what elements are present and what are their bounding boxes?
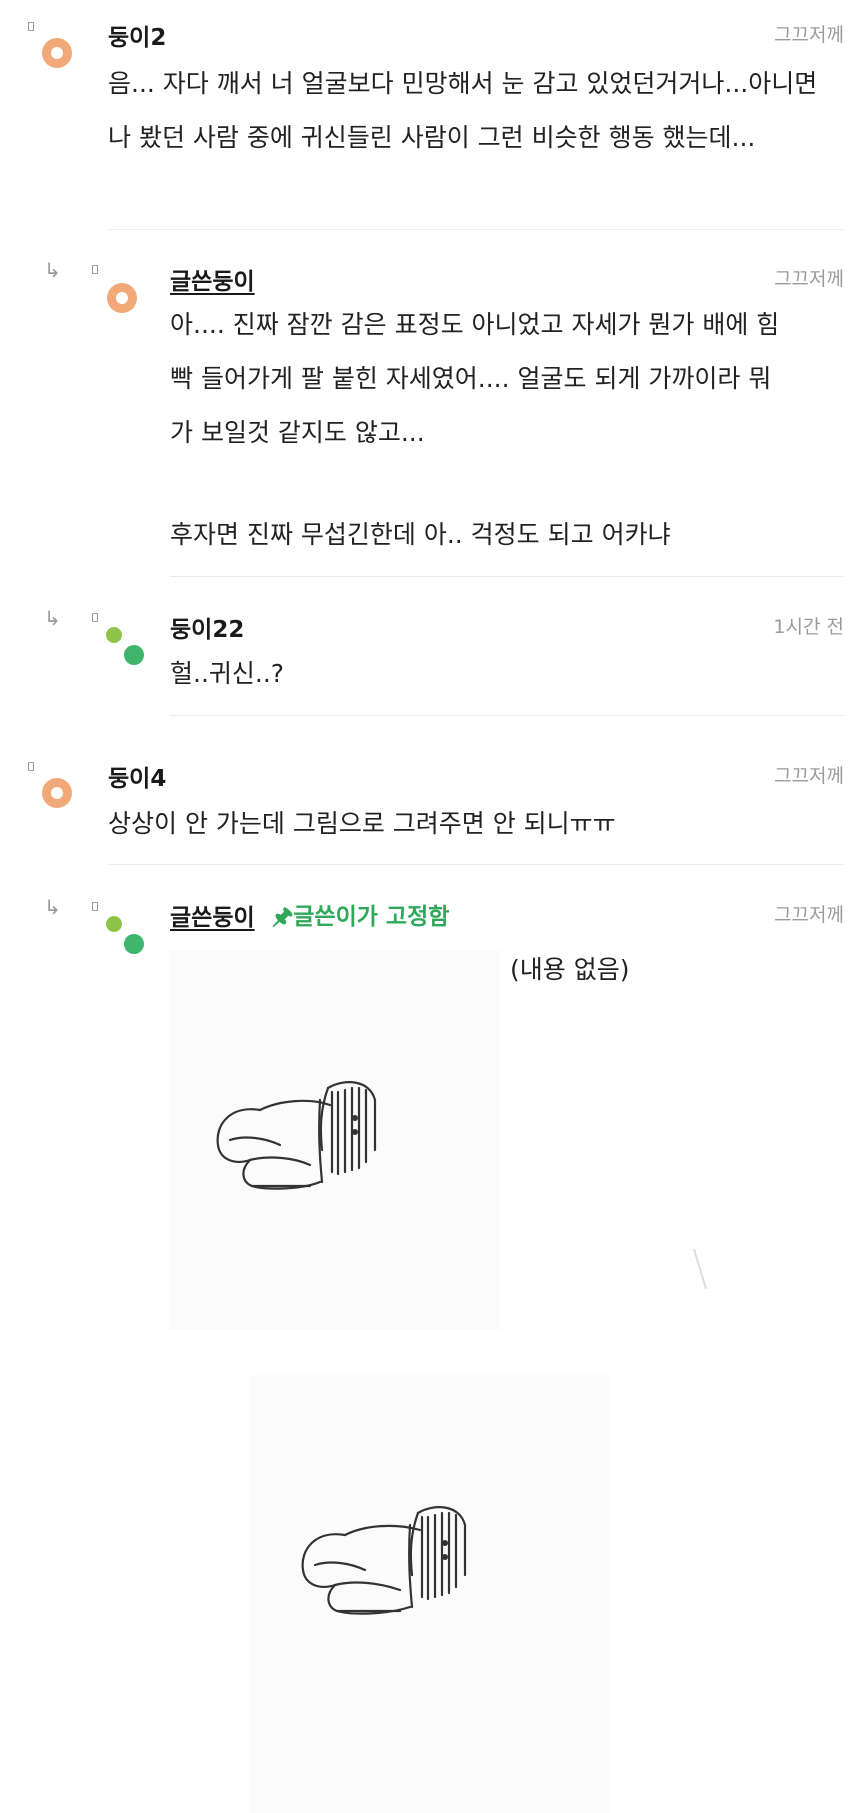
comment-marker	[92, 902, 98, 911]
avatar[interactable]	[106, 627, 146, 667]
divider	[108, 864, 844, 865]
reply-arrow-icon: ↳	[44, 258, 61, 282]
comment-nickname[interactable]: 글쓴둥이	[170, 262, 255, 296]
comment-body: 헐..귀신..?	[170, 659, 285, 688]
divider	[170, 576, 844, 577]
comment-body-line: 빡 들어가게 팔 붙힌 자세였어.... 얼굴도 되게 가까이라 뭐	[170, 364, 772, 393]
comment-time: 그끄저께	[774, 904, 844, 926]
comment-body: 음... 자다 깨서 너 얼굴보다 민망해서 눈 감고 있었던거거나...아니면…	[108, 69, 818, 152]
comment-marker	[28, 762, 34, 771]
comment-time: 그끄저께	[774, 24, 844, 46]
avatar[interactable]	[42, 38, 72, 68]
comment-body: 아.... 진짜 잠깐 감은 표정도 아니었고 자세가 뭔가 배에 힘 빡 들어…	[170, 298, 850, 562]
comment-body-line: 아.... 진짜 잠깐 감은 표정도 아니었고 자세가 뭔가 배에 힘	[170, 310, 780, 339]
reply-arrow-icon: ↳	[44, 606, 61, 630]
comment-nickname[interactable]: 글쓴둥이	[170, 898, 255, 932]
sketch-drawing	[216, 1081, 377, 1190]
empty-content-label: (내용 없음)	[510, 955, 630, 984]
comment-nickname[interactable]: 둥이4	[108, 759, 166, 793]
comment-nickname[interactable]: 둥이2	[108, 18, 166, 52]
divider	[108, 229, 844, 230]
attached-image[interactable]	[250, 1375, 610, 1813]
stray-mark	[693, 1248, 707, 1290]
comment-marker	[92, 613, 98, 622]
comment-time: 그끄저께	[774, 765, 844, 787]
comment-time: 그끄저께	[774, 268, 844, 290]
reply-arrow-icon: ↳	[44, 895, 61, 919]
comment-body-line: 후자면 진짜 무섭긴한데 아.. 걱정도 되고 어카냐	[170, 520, 671, 549]
avatar[interactable]	[106, 916, 146, 956]
avatar[interactable]	[42, 778, 72, 808]
comment-nickname[interactable]: 둥이22	[170, 610, 244, 644]
avatar[interactable]	[107, 283, 137, 313]
comment-body: 상상이 안 가는데 그림으로 그려주면 안 되니ㅠㅠ	[108, 809, 616, 838]
pinned-badge: 🖈글쓴이가 고정함	[272, 904, 450, 930]
comment-body-line: 가 보일것 같지도 않고...	[170, 418, 425, 447]
comment-marker	[92, 265, 98, 274]
comment-marker	[28, 22, 34, 31]
attached-image[interactable]	[170, 950, 500, 1330]
comment-time: 1시간 전	[773, 616, 844, 638]
divider	[170, 715, 844, 716]
comment-body-line	[170, 460, 850, 508]
sketch-drawing	[301, 1506, 467, 1615]
